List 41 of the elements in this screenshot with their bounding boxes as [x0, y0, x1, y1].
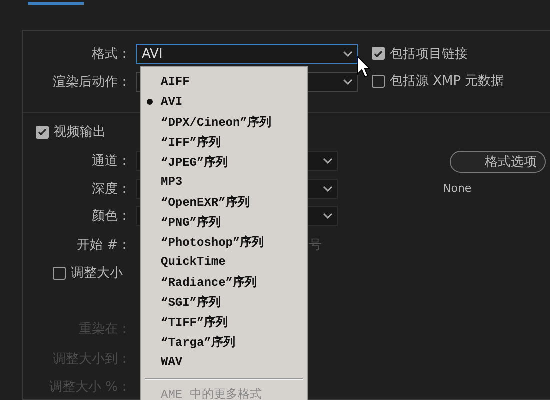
chevron-icon: [323, 186, 333, 192]
menu-item[interactable]: “IFF”序列: [141, 132, 222, 152]
menu-item[interactable]: “JPEG”序列: [141, 152, 228, 172]
checkbox[interactable]: [53, 266, 66, 280]
tab-underline: [28, 2, 84, 5]
mouse-cursor-icon: [357, 56, 371, 78]
menu-item[interactable]: AIFF: [141, 72, 190, 92]
field-label: 开始 #：: [76, 237, 132, 254]
field-label: 渲染后动作：: [52, 74, 132, 91]
chevron-icon: [343, 51, 353, 57]
checkbox-label: 视频输出: [54, 124, 106, 141]
menu-item[interactable]: “Photoshop”序列: [141, 232, 264, 252]
codec-value: None: [443, 182, 472, 195]
checkbox[interactable]: [372, 74, 385, 88]
format-options-button[interactable]: 格式选项: [450, 151, 546, 173]
bullet-icon: [147, 99, 153, 105]
chevron-icon: [323, 213, 333, 219]
format-dropdown[interactable]: AVI: [136, 44, 358, 64]
checkbox-label: 包括源 XMP 元数据: [390, 73, 504, 90]
menu-item[interactable]: WAV: [141, 352, 183, 372]
checkbox[interactable]: [36, 126, 49, 138]
field-label: 深度：: [91, 181, 132, 198]
menu-item[interactable]: “Targa”序列: [141, 332, 236, 352]
menu-item[interactable]: “TIFF”序列: [141, 312, 228, 332]
menu-item[interactable]: “DPX/Cineon”序列: [141, 112, 272, 132]
menu-item[interactable]: “SGI”序列: [141, 292, 222, 312]
menu-item[interactable]: “OpenEXR”序列: [141, 192, 250, 212]
field-label: 通道：: [91, 153, 132, 170]
chevron-icon: [343, 79, 353, 85]
checkbox-label: 包括项目链接: [390, 46, 468, 62]
field-label: 颜色：: [91, 208, 132, 225]
menu-item[interactable]: MP3: [141, 172, 183, 192]
menu-item[interactable]: “PNG”序列: [141, 212, 222, 232]
checkbox[interactable]: [372, 47, 385, 60]
field-label: 格式：: [91, 46, 132, 63]
menu-item[interactable]: QuickTime: [141, 252, 226, 272]
chevron-icon: [323, 158, 333, 164]
menu-item: AME 中的更多格式: [160, 386, 262, 400]
checkbox-label: 调整大小: [71, 265, 123, 282]
menu-item[interactable]: AVI: [141, 92, 183, 112]
menu-item[interactable]: “Radiance”序列: [141, 272, 258, 292]
